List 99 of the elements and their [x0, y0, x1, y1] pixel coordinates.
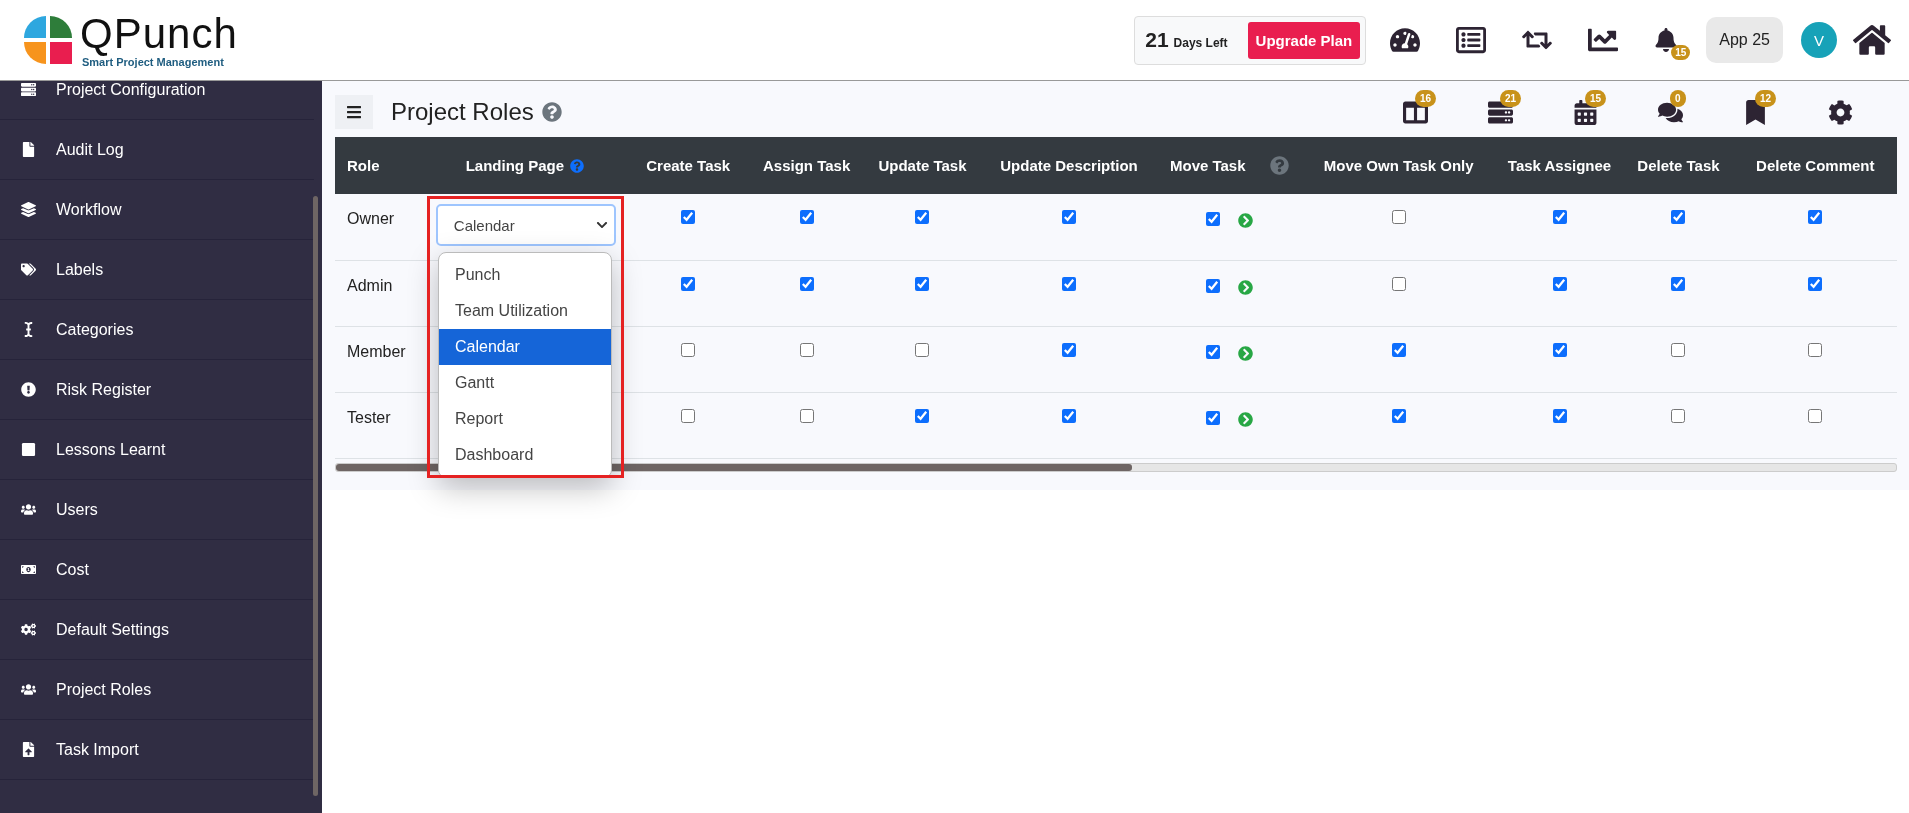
permission-checkbox[interactable]	[1391, 276, 1406, 291]
layers-icon	[20, 202, 36, 217]
permission-checkbox[interactable]	[1671, 210, 1686, 224]
permission-checkbox[interactable]	[915, 342, 930, 357]
file-icon	[20, 142, 36, 157]
exclamation-icon	[20, 382, 36, 397]
dropdown-option[interactable]: Calendar	[439, 329, 611, 365]
permission-checkbox[interactable]	[1671, 408, 1686, 423]
money-icon	[20, 562, 36, 577]
permission-checkbox[interactable]	[915, 210, 930, 224]
permission-checkbox[interactable]	[1808, 342, 1823, 357]
upgrade-button[interactable]: Upgrade Plan	[1247, 21, 1361, 59]
permission-checkbox[interactable]	[915, 276, 930, 291]
dropdown-option[interactable]: Report	[439, 401, 611, 437]
permission-checkbox[interactable]	[1808, 210, 1823, 224]
dropdown-option[interactable]: Dashboard	[439, 437, 611, 473]
upload-icon	[20, 742, 36, 757]
permission-checkbox[interactable]	[1391, 408, 1406, 423]
permission-checkbox[interactable]	[1671, 342, 1686, 357]
page-title: Project Roles	[391, 98, 534, 126]
landing-page-select[interactable]: Calendar	[435, 204, 616, 246]
permission-checkbox[interactable]	[1391, 210, 1406, 224]
permission-checkbox[interactable]	[1552, 276, 1567, 291]
count-badge: 15	[1585, 89, 1607, 107]
permission-checkbox[interactable]	[1808, 408, 1823, 423]
permission-checkbox[interactable]	[1062, 210, 1076, 224]
permission-checkbox[interactable]	[1391, 342, 1406, 357]
dropdown-option[interactable]: Punch	[439, 257, 611, 293]
dropdown-option[interactable]: Gantt	[439, 365, 611, 401]
permission-checkbox[interactable]	[1671, 276, 1686, 291]
gears-icon	[20, 622, 36, 637]
column-header: Delete Task	[1623, 137, 1734, 194]
permission-checkbox[interactable]	[799, 342, 814, 357]
sidebar-item[interactable]: Project Configuration	[0, 81, 314, 120]
server-icon	[20, 82, 36, 97]
count-badge: 16	[1415, 89, 1437, 107]
permission-checkbox[interactable]	[1062, 276, 1076, 291]
settings-icon[interactable]	[1828, 99, 1853, 125]
arrow-right-icon[interactable]	[1237, 279, 1253, 295]
permission-checkbox[interactable]	[681, 276, 696, 291]
arrow-right-icon[interactable]	[1237, 213, 1253, 228]
list-icon[interactable]	[1456, 25, 1487, 55]
users-icon	[20, 502, 36, 517]
count-badge: 12	[1755, 89, 1777, 107]
logo-icon	[22, 14, 74, 66]
menu-icon[interactable]	[346, 104, 362, 120]
arrow-right-icon[interactable]	[1237, 411, 1253, 427]
tags-icon	[20, 262, 36, 277]
scrollbar-thumb[interactable]	[313, 196, 318, 796]
app-tagline: Smart Project Management	[82, 56, 224, 68]
app-button[interactable]: App 25	[1706, 17, 1783, 63]
column-header: Landing Page	[422, 137, 627, 194]
help-icon[interactable]	[541, 102, 562, 122]
horizontal-scrollbar[interactable]	[335, 462, 1897, 472]
permission-checkbox[interactable]	[799, 210, 814, 224]
count-badge: 21	[1500, 89, 1522, 107]
days-label: Days Left	[1173, 36, 1228, 50]
help-icon[interactable]	[1269, 156, 1289, 175]
dropdown-option[interactable]: Team Utilization	[439, 293, 611, 329]
role-cell: Tester	[335, 392, 423, 458]
app-name: QPunch	[80, 12, 238, 55]
count-badge: 0	[1670, 89, 1686, 107]
help-icon[interactable]	[570, 158, 585, 173]
permission-checkbox[interactable]	[1205, 212, 1220, 226]
role-cell: Owner	[335, 194, 423, 260]
menu-button[interactable]	[335, 95, 373, 129]
notification-badge: 15	[1671, 45, 1691, 60]
permission-checkbox[interactable]	[681, 210, 696, 224]
permission-checkbox[interactable]	[1205, 410, 1220, 425]
gauge-icon[interactable]	[1390, 25, 1421, 55]
column-header: Delete Comment	[1733, 137, 1897, 194]
permission-checkbox[interactable]	[1205, 278, 1220, 293]
permission-checkbox[interactable]	[681, 408, 696, 423]
column-header: Create Task	[626, 137, 750, 194]
arrow-right-icon[interactable]	[1237, 345, 1253, 361]
permission-checkbox[interactable]	[799, 276, 814, 291]
sidebar-item[interactable]: Audit Log	[0, 120, 314, 180]
column-header: Update Task	[863, 137, 982, 194]
permission-checkbox[interactable]	[1808, 276, 1823, 291]
permission-checkbox[interactable]	[1062, 408, 1076, 423]
role-cell: Admin	[335, 260, 423, 326]
permission-checkbox[interactable]	[1552, 210, 1567, 224]
permission-checkbox[interactable]	[1552, 408, 1567, 423]
column-header: Move Task	[1156, 137, 1302, 194]
permission-checkbox[interactable]	[915, 408, 930, 423]
permission-checkbox[interactable]	[681, 342, 696, 357]
days-count: 21	[1145, 28, 1169, 52]
users-icon	[20, 682, 36, 697]
permission-checkbox[interactable]	[1062, 342, 1076, 357]
column-header: Assign Task	[749, 137, 864, 194]
role-cell: Member	[335, 326, 423, 392]
column-header: Task Assignee	[1495, 137, 1624, 194]
permission-checkbox[interactable]	[799, 408, 814, 423]
permission-checkbox[interactable]	[1205, 344, 1220, 359]
column-header: Update Description	[981, 137, 1157, 194]
column-header: Move Own Task Only	[1301, 137, 1496, 194]
chevron-down-icon	[595, 219, 608, 231]
permission-checkbox[interactable]	[1552, 342, 1567, 357]
column-header: Role	[335, 137, 423, 194]
